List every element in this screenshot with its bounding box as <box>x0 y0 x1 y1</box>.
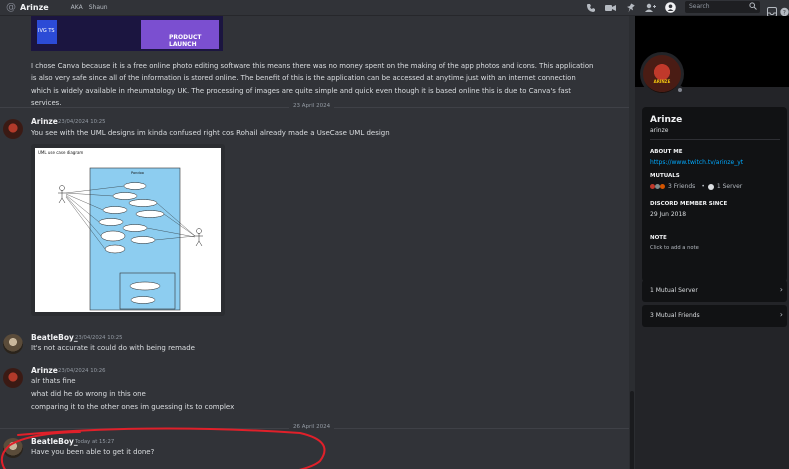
aka-name: Shaun <box>88 4 108 11</box>
message-list[interactable]: IVG TS PRODUCT LAUNCH I chose Canva beca… <box>0 16 629 469</box>
search-icon <box>749 2 757 12</box>
search-placeholder: Search <box>689 3 710 10</box>
scrollbar-thumb[interactable] <box>630 391 634 469</box>
message-text-paragraph: I chose Canva because it is a free onlin… <box>31 62 594 107</box>
chevron-right-icon: › <box>779 285 783 294</box>
mutuals-heading: MUTUALS <box>650 173 680 179</box>
message-content: Have you been able to get it done? <box>31 448 155 456</box>
message-author[interactable]: Arinze <box>31 117 58 126</box>
image-block-purple: PRODUCT LAUNCH <box>141 20 219 49</box>
profile-icon[interactable] <box>665 2 676 13</box>
attachment-image-uml[interactable]: UML use case diagram Pondoo <box>31 144 225 316</box>
uml-diagram: UML use case diagram Pondoo <box>35 148 221 312</box>
at-icon: @ <box>6 2 16 13</box>
note-heading: NOTE <box>650 235 667 241</box>
message-author[interactable]: Arinze <box>31 366 58 375</box>
avatar[interactable] <box>3 334 23 354</box>
server-icon <box>707 183 714 190</box>
message-content: You see with the UML designs im kinda co… <box>31 129 390 137</box>
message-timestamp: 23/04/2024 10:26 <box>58 368 106 374</box>
mutual-friends-count[interactable]: 3 Friends <box>668 183 695 190</box>
mutual-avatar-icon <box>660 184 665 189</box>
mutual-server-label: 1 Mutual Server <box>650 287 698 294</box>
profile-divider <box>650 139 780 140</box>
video-icon[interactable] <box>605 2 616 13</box>
add-friend-icon[interactable] <box>645 2 656 13</box>
profile-card: Arinze arinze ABOUT ME https://www.twitc… <box>642 107 787 282</box>
about-me-heading: ABOUT ME <box>650 149 683 155</box>
phone-icon[interactable] <box>585 2 596 13</box>
message-timestamp: 23/04/2024 10:25 <box>75 335 123 341</box>
date-divider-label: 26 April 2024 <box>289 424 335 430</box>
message-author[interactable]: BeatleBoy_ <box>31 437 78 446</box>
image-right-text: PRODUCT LAUNCH <box>169 34 202 48</box>
avatar-text: ARINZE <box>653 79 671 84</box>
avatar[interactable] <box>3 368 23 388</box>
channel-title: Arinze <box>20 3 49 12</box>
attachment-image-product-launch[interactable]: IVG TS PRODUCT LAUNCH <box>31 16 223 51</box>
avatar[interactable] <box>3 438 23 458</box>
top-bar: @ Arinze AKA Shaun Search ? <box>0 0 789 17</box>
bullet-separator: • <box>701 183 705 190</box>
header-toolbar <box>585 0 676 15</box>
member-since-heading: DISCORD MEMBER SINCE <box>650 201 728 207</box>
note-input[interactable]: Click to add a note <box>650 245 699 251</box>
message-author[interactable]: BeatleBoy_ <box>31 333 78 342</box>
search-input[interactable]: Search <box>685 1 760 13</box>
mutual-friends-row[interactable]: 3 Mutual Friends › <box>642 305 787 327</box>
mutual-server-row[interactable]: 1 Mutual Server › <box>642 280 787 302</box>
offline-status-icon <box>676 86 684 94</box>
message-content: what did he do wrong in this one <box>31 390 146 398</box>
profile-username: arinze <box>650 127 669 134</box>
image-left-text: IVG TS <box>38 28 55 34</box>
user-profile-panel: ARINZE Arinze arinze ABOUT ME https://ww… <box>635 16 789 469</box>
profile-display-name: Arinze <box>650 115 683 125</box>
chevron-right-icon: › <box>779 310 783 319</box>
mutual-friends-label: 3 Mutual Friends <box>650 312 700 319</box>
member-since-date: 29 Jun 2018 <box>650 211 687 218</box>
about-me-link[interactable]: https://www.twitch.tv/arinze_yt <box>650 159 743 166</box>
date-divider-label: 23 April 2024 <box>289 103 335 109</box>
message-timestamp: 23/04/2024 10:25 <box>58 119 106 125</box>
message-content: It's not accurate it could do with being… <box>31 344 195 352</box>
aka-badge: AKA <box>70 4 83 11</box>
uml-system-label: Pondoo <box>131 171 144 175</box>
message-content: alr thats fine <box>31 377 76 385</box>
mutual-servers-count[interactable]: 1 Server <box>717 183 742 190</box>
uml-diagram-drawing: Pondoo <box>58 167 203 311</box>
message-content: comparing it to the other ones im guessi… <box>31 403 235 411</box>
profile-avatar-image: ARINZE <box>643 55 681 93</box>
message-timestamp: Today at 15:27 <box>75 439 115 445</box>
avatar[interactable] <box>3 119 23 139</box>
pin-icon[interactable] <box>625 2 636 13</box>
mutuals-summary[interactable]: 3 Friends • 1 Server <box>650 183 742 190</box>
